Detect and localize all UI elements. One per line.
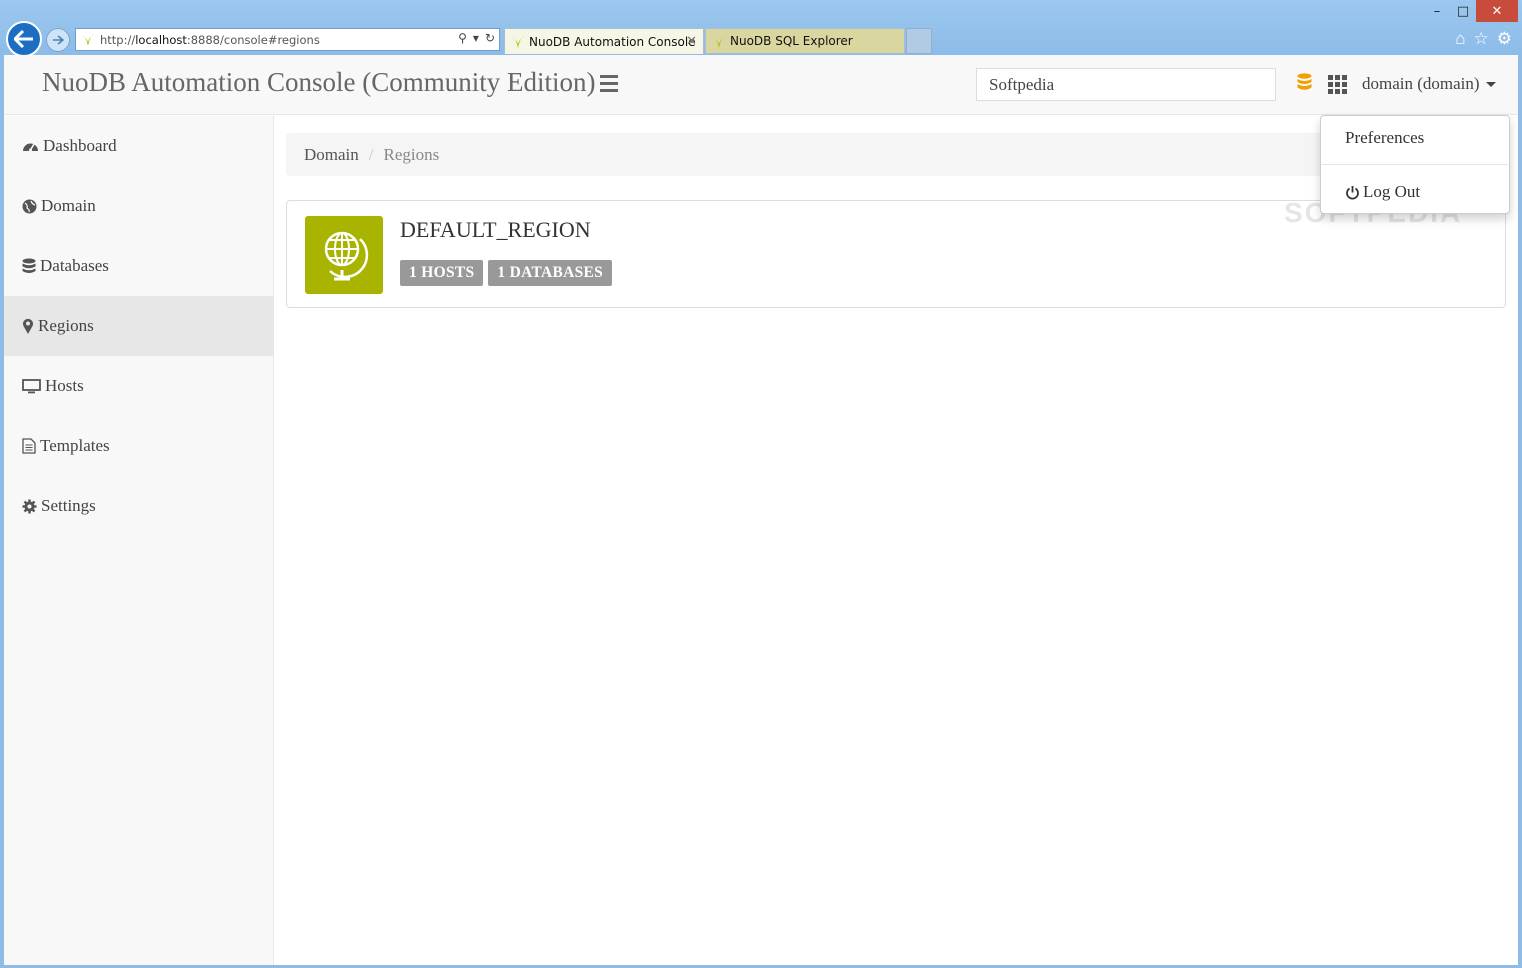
monitor-icon xyxy=(22,378,41,393)
forward-button[interactable] xyxy=(46,28,70,52)
breadcrumb-current: Regions xyxy=(383,144,440,164)
region-badges: 1 HOSTS 1 DATABASES xyxy=(400,260,613,286)
databases-count-badge: 1 DATABASES xyxy=(488,260,613,286)
tab-automation-console[interactable]: NuoDB Automation Console ✕ xyxy=(504,28,704,54)
sidebar-item-regions[interactable]: Regions xyxy=(4,296,273,356)
site-favicon-icon xyxy=(82,34,94,46)
user-menu[interactable]: domain (domain) xyxy=(1362,74,1496,94)
breadcrumb-separator: / xyxy=(368,144,374,164)
close-window-button[interactable]: ✕ xyxy=(1476,0,1518,22)
globe-icon xyxy=(22,199,37,213)
minimize-button[interactable]: – xyxy=(1424,0,1450,22)
region-globe-icon xyxy=(305,216,383,294)
sidebar-item-databases[interactable]: Databases xyxy=(4,236,273,296)
tab-close-icon[interactable]: ✕ xyxy=(686,34,697,49)
sidebar: Dashboard Domain Databases Regions Hosts… xyxy=(4,116,274,965)
tab-favicon-icon xyxy=(713,36,725,48)
gear-icon[interactable]: ⚙ xyxy=(1497,29,1512,49)
caret-down-icon xyxy=(1485,81,1496,87)
menu-divider xyxy=(1322,164,1508,165)
dashboard-icon xyxy=(23,143,38,152)
arrow-left-icon xyxy=(14,30,33,48)
search-icon[interactable]: ⚲ xyxy=(458,31,467,45)
brand-title[interactable]: NuoDB Automation Console (Community Edit… xyxy=(42,67,596,98)
database-icon xyxy=(22,258,36,273)
arrow-right-icon xyxy=(53,35,64,45)
dropdown-arrow-icon[interactable]: ▾ xyxy=(473,31,479,45)
address-bar[interactable]: http://localhost:8888/console#regions ⚲ … xyxy=(75,28,500,51)
file-icon xyxy=(22,438,36,454)
sidebar-item-dashboard[interactable]: Dashboard xyxy=(4,116,273,176)
preferences-menu-item[interactable]: Preferences xyxy=(1345,128,1424,148)
new-tab-button[interactable] xyxy=(906,28,932,54)
user-dropdown-menu: Preferences Log Out xyxy=(1320,115,1510,214)
logout-menu-item[interactable]: Log Out xyxy=(1345,182,1420,202)
sidebar-item-templates[interactable]: Templates xyxy=(4,416,273,476)
tab-sql-explorer[interactable]: NuoDB SQL Explorer xyxy=(705,28,905,54)
region-name[interactable]: DEFAULT_REGION xyxy=(400,217,591,243)
menu-toggle-icon[interactable] xyxy=(600,75,618,96)
breadcrumb-domain-link[interactable]: Domain xyxy=(304,145,359,165)
map-marker-icon xyxy=(23,318,33,334)
favorites-star-icon[interactable]: ☆ xyxy=(1474,29,1489,49)
gear-icon xyxy=(22,499,37,513)
tab-favicon-icon xyxy=(512,36,524,48)
search-input[interactable] xyxy=(976,68,1276,101)
sidebar-item-settings[interactable]: Settings xyxy=(4,476,273,536)
sidebar-item-domain[interactable]: Domain xyxy=(4,176,273,236)
top-navbar: NuoDB Automation Console (Community Edit… xyxy=(4,55,1518,115)
browser-chrome: http://localhost:8888/console#regions ⚲ … xyxy=(0,0,1522,57)
home-icon[interactable]: ⌂ xyxy=(1455,29,1465,49)
sidebar-item-hosts[interactable]: Hosts xyxy=(4,356,273,416)
app-window: NuoDB Automation Console (Community Edit… xyxy=(4,55,1518,965)
power-icon xyxy=(1346,185,1359,199)
database-status-icon[interactable] xyxy=(1297,73,1312,91)
refresh-icon[interactable]: ↻ xyxy=(485,31,495,45)
back-button[interactable] xyxy=(6,21,42,57)
maximize-button[interactable]: □ xyxy=(1450,0,1476,22)
hosts-count-badge: 1 HOSTS xyxy=(400,260,484,286)
apps-grid-icon[interactable] xyxy=(1328,75,1347,94)
